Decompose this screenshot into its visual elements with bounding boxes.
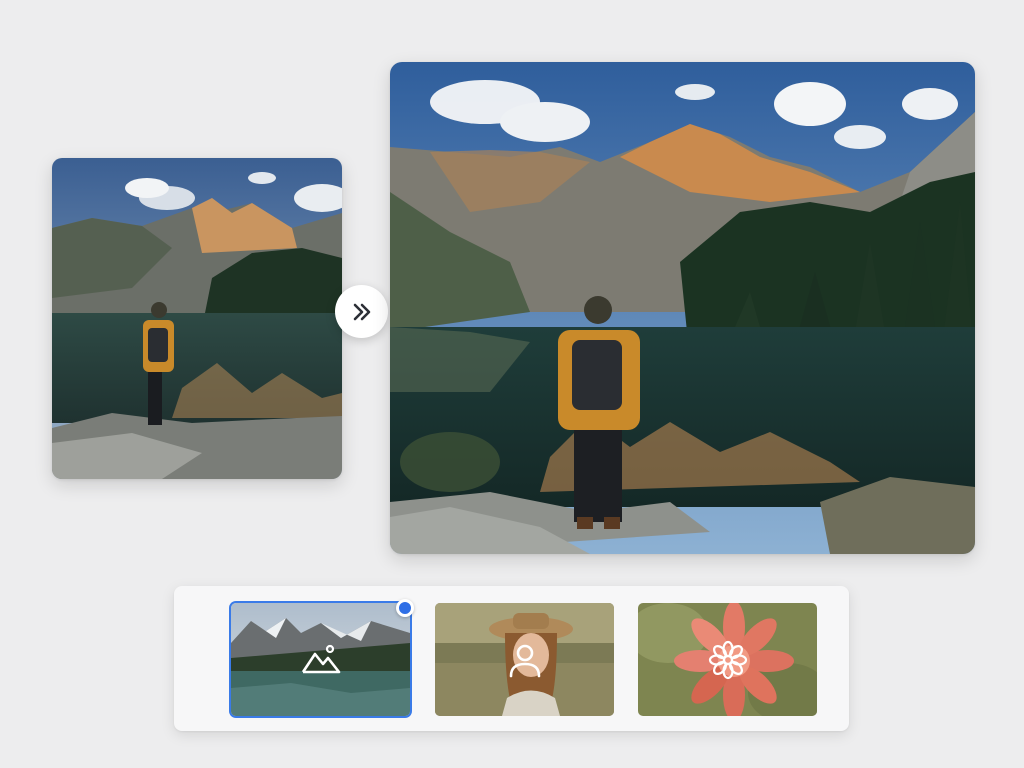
after-photo [390,62,975,554]
before-image [52,158,342,479]
mountain-icon [301,644,340,673]
style-option-landscape[interactable] [231,603,410,716]
style-option-flower[interactable] [638,603,817,716]
style-picker [174,586,849,731]
double-chevron-right-icon [353,303,370,320]
transform-button[interactable] [335,285,388,338]
selected-indicator [396,599,414,617]
flower-icon [708,640,747,679]
person-icon [509,644,540,677]
before-photo [52,158,342,479]
style-option-portrait[interactable] [435,603,614,716]
after-image [390,62,975,554]
